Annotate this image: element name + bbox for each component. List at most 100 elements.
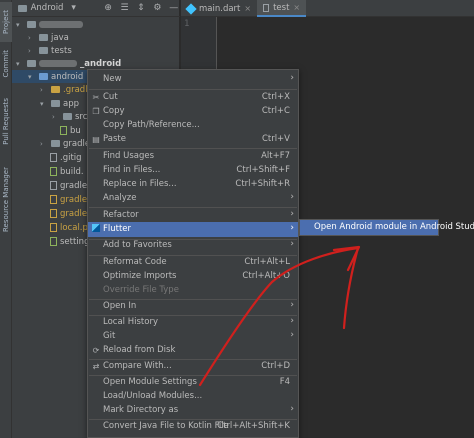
menu-item-copy-path[interactable]: Copy Path/Reference... [88, 119, 298, 133]
tree-item-tests[interactable]: › tests [28, 44, 72, 57]
tab-label: test [273, 2, 290, 13]
menu-item-local-history[interactable]: Local History › [88, 316, 298, 330]
chevron-down-icon[interactable]: ▾ [16, 60, 24, 68]
tree-item-label: setting [60, 236, 90, 247]
menu-item-reload-from-disk[interactable]: ⟳ Reload from Disk [88, 344, 298, 358]
project-tool-tab[interactable]: Project [0, 2, 12, 42]
tab-test[interactable]: test × [257, 0, 307, 17]
tree-item-local-properties[interactable]: local.p [50, 221, 88, 234]
expand-all-icon[interactable]: ⇕ [135, 3, 147, 13]
tree-item-build[interactable]: bu [60, 124, 81, 137]
menu-separator [89, 148, 297, 149]
line-number: 1 [184, 19, 190, 29]
tree-item-gradle-properties[interactable]: gradle [50, 179, 87, 192]
collapse-all-icon[interactable]: ☰ [118, 3, 130, 13]
gradle-file-icon [50, 237, 57, 246]
chevron-down-icon[interactable]: ▾ [67, 3, 79, 13]
pull-requests-tool-tab[interactable]: Pull Requests [0, 92, 12, 150]
menu-item-open-android-module[interactable]: Open Android module in Android Studio [314, 222, 474, 232]
chevron-down-icon[interactable]: ▾ [28, 73, 36, 81]
tree-item-java[interactable]: › java [28, 31, 69, 44]
dart-file-icon [185, 2, 197, 15]
chevron-right-icon: › [290, 330, 294, 340]
tree-item-label: bu [70, 125, 81, 136]
context-menu: New › ✂ Cut Ctrl+X ❐ Copy Ctrl+C Copy Path/Re… [87, 69, 299, 438]
file-icon [50, 223, 57, 232]
folder-icon [39, 47, 48, 54]
close-icon[interactable]: × [244, 4, 251, 13]
chevron-down-icon[interactable]: ▾ [40, 100, 48, 108]
chevron-right-icon: › [290, 300, 294, 310]
menu-item-add-to-favorites[interactable]: Add to Favorites › [88, 239, 298, 253]
folder-icon [51, 100, 60, 107]
chevron-right-icon: › [290, 316, 294, 326]
menu-separator [89, 89, 297, 90]
chevron-right-icon[interactable]: › [28, 47, 36, 55]
file-icon [50, 153, 57, 162]
chevron-right-icon: › [290, 73, 294, 83]
menu-item-cut[interactable]: ✂ Cut Ctrl+X [88, 91, 298, 105]
redacted-label [39, 21, 83, 28]
tree-item-gradle-folder[interactable]: › gradle [40, 137, 90, 150]
tree-item-label: _android [80, 58, 122, 69]
chevron-down-icon[interactable]: ▾ [16, 21, 24, 29]
tree-item-settings-gradle[interactable]: setting [50, 235, 89, 248]
folder-icon [27, 21, 36, 28]
tree-item-dot-gradle[interactable]: › .gradle [40, 83, 93, 96]
tab-main-dart[interactable]: main.dart × [181, 0, 257, 17]
menu-item-optimize-imports[interactable]: Optimize Imports Ctrl+Alt+O [88, 270, 298, 284]
tree-item-gitignore[interactable]: .gitig [50, 151, 82, 164]
tree-item-gradlew[interactable]: gradle [50, 193, 87, 206]
menu-item-mark-directory-as[interactable]: Mark Directory as › [88, 404, 298, 418]
menu-item-find-usages[interactable]: Find Usages Alt+F7 [88, 150, 298, 164]
chevron-right-icon[interactable]: › [40, 140, 48, 148]
tree-item-redacted-root[interactable]: ▾ [16, 18, 83, 31]
chevron-right-icon[interactable]: › [52, 113, 60, 121]
resource-manager-tool-tab[interactable]: Resource Manager [0, 164, 12, 236]
tree-item-label: build. [60, 166, 84, 177]
project-view-selector[interactable]: Android [31, 3, 64, 13]
tree-item-label: .gitig [60, 152, 82, 163]
compare-icon: ⇄ [92, 362, 100, 371]
file-icon [263, 3, 270, 12]
menu-item-copy[interactable]: ❐ Copy Ctrl+C [88, 105, 298, 119]
flutter-submenu: Open Android module in Android Studio [299, 219, 474, 236]
menu-item-flutter[interactable]: Flutter › [88, 222, 298, 237]
menu-item-reformat-code[interactable]: Reformat Code Ctrl+Alt+L [88, 256, 298, 270]
chevron-right-icon[interactable]: › [40, 86, 48, 94]
hide-panel-icon[interactable]: — [168, 3, 180, 13]
commit-tool-tab[interactable]: Commit [0, 46, 12, 82]
menu-item-open-in[interactable]: Open In › [88, 300, 298, 314]
menu-item-refactor[interactable]: Refactor › [88, 209, 298, 223]
tree-item-app[interactable]: ▾ app [40, 97, 79, 110]
menu-item-convert-java-to-kotlin[interactable]: Convert Java File to Kotlin File Ctrl+Alt… [88, 420, 298, 434]
menu-item-new[interactable]: New › [88, 73, 298, 87]
android-folder-icon [18, 4, 27, 12]
tree-item-android[interactable]: ▾ android [28, 70, 83, 83]
tree-item-gradlew-bat[interactable]: gradle [50, 207, 87, 220]
annotation-arrowhead [332, 245, 361, 272]
close-icon[interactable]: × [293, 3, 300, 12]
menu-item-find-in-files[interactable]: Find in Files... Ctrl+Shift+F [88, 164, 298, 178]
gear-icon[interactable]: ⚙ [151, 3, 163, 13]
menu-item-analyze[interactable]: Analyze › [88, 192, 298, 206]
menu-item-load-unload-modules[interactable]: Load/Unload Modules... [88, 390, 298, 404]
menu-item-compare-with[interactable]: ⇄ Compare With... Ctrl+D [88, 360, 298, 374]
tree-item-build-gradle[interactable]: build. [50, 165, 84, 178]
chevron-right-icon: › [290, 404, 294, 414]
menu-item-paste[interactable]: ▤ Paste Ctrl+V [88, 133, 298, 147]
folder-icon [27, 60, 36, 67]
tree-item-label: local.p [60, 222, 88, 233]
chevron-right-icon[interactable]: › [28, 34, 36, 42]
menu-item-open-module-settings[interactable]: Open Module Settings F4 [88, 376, 298, 390]
flutter-icon [91, 224, 101, 234]
locate-icon[interactable]: ⊕ [102, 3, 114, 13]
tree-item-label: app [63, 98, 79, 109]
tree-item-src[interactable]: › src [52, 110, 87, 123]
menu-item-replace-in-files[interactable]: Replace in Files... Ctrl+Shift+R [88, 178, 298, 192]
copy-icon: ❐ [92, 107, 100, 116]
menu-item-git[interactable]: Git › [88, 330, 298, 344]
menu-separator [89, 207, 297, 208]
reload-icon: ⟳ [92, 346, 100, 355]
project-panel-toolbar: Android ▾ ⊕ ☰ ⇕ ⚙ — [12, 0, 180, 17]
